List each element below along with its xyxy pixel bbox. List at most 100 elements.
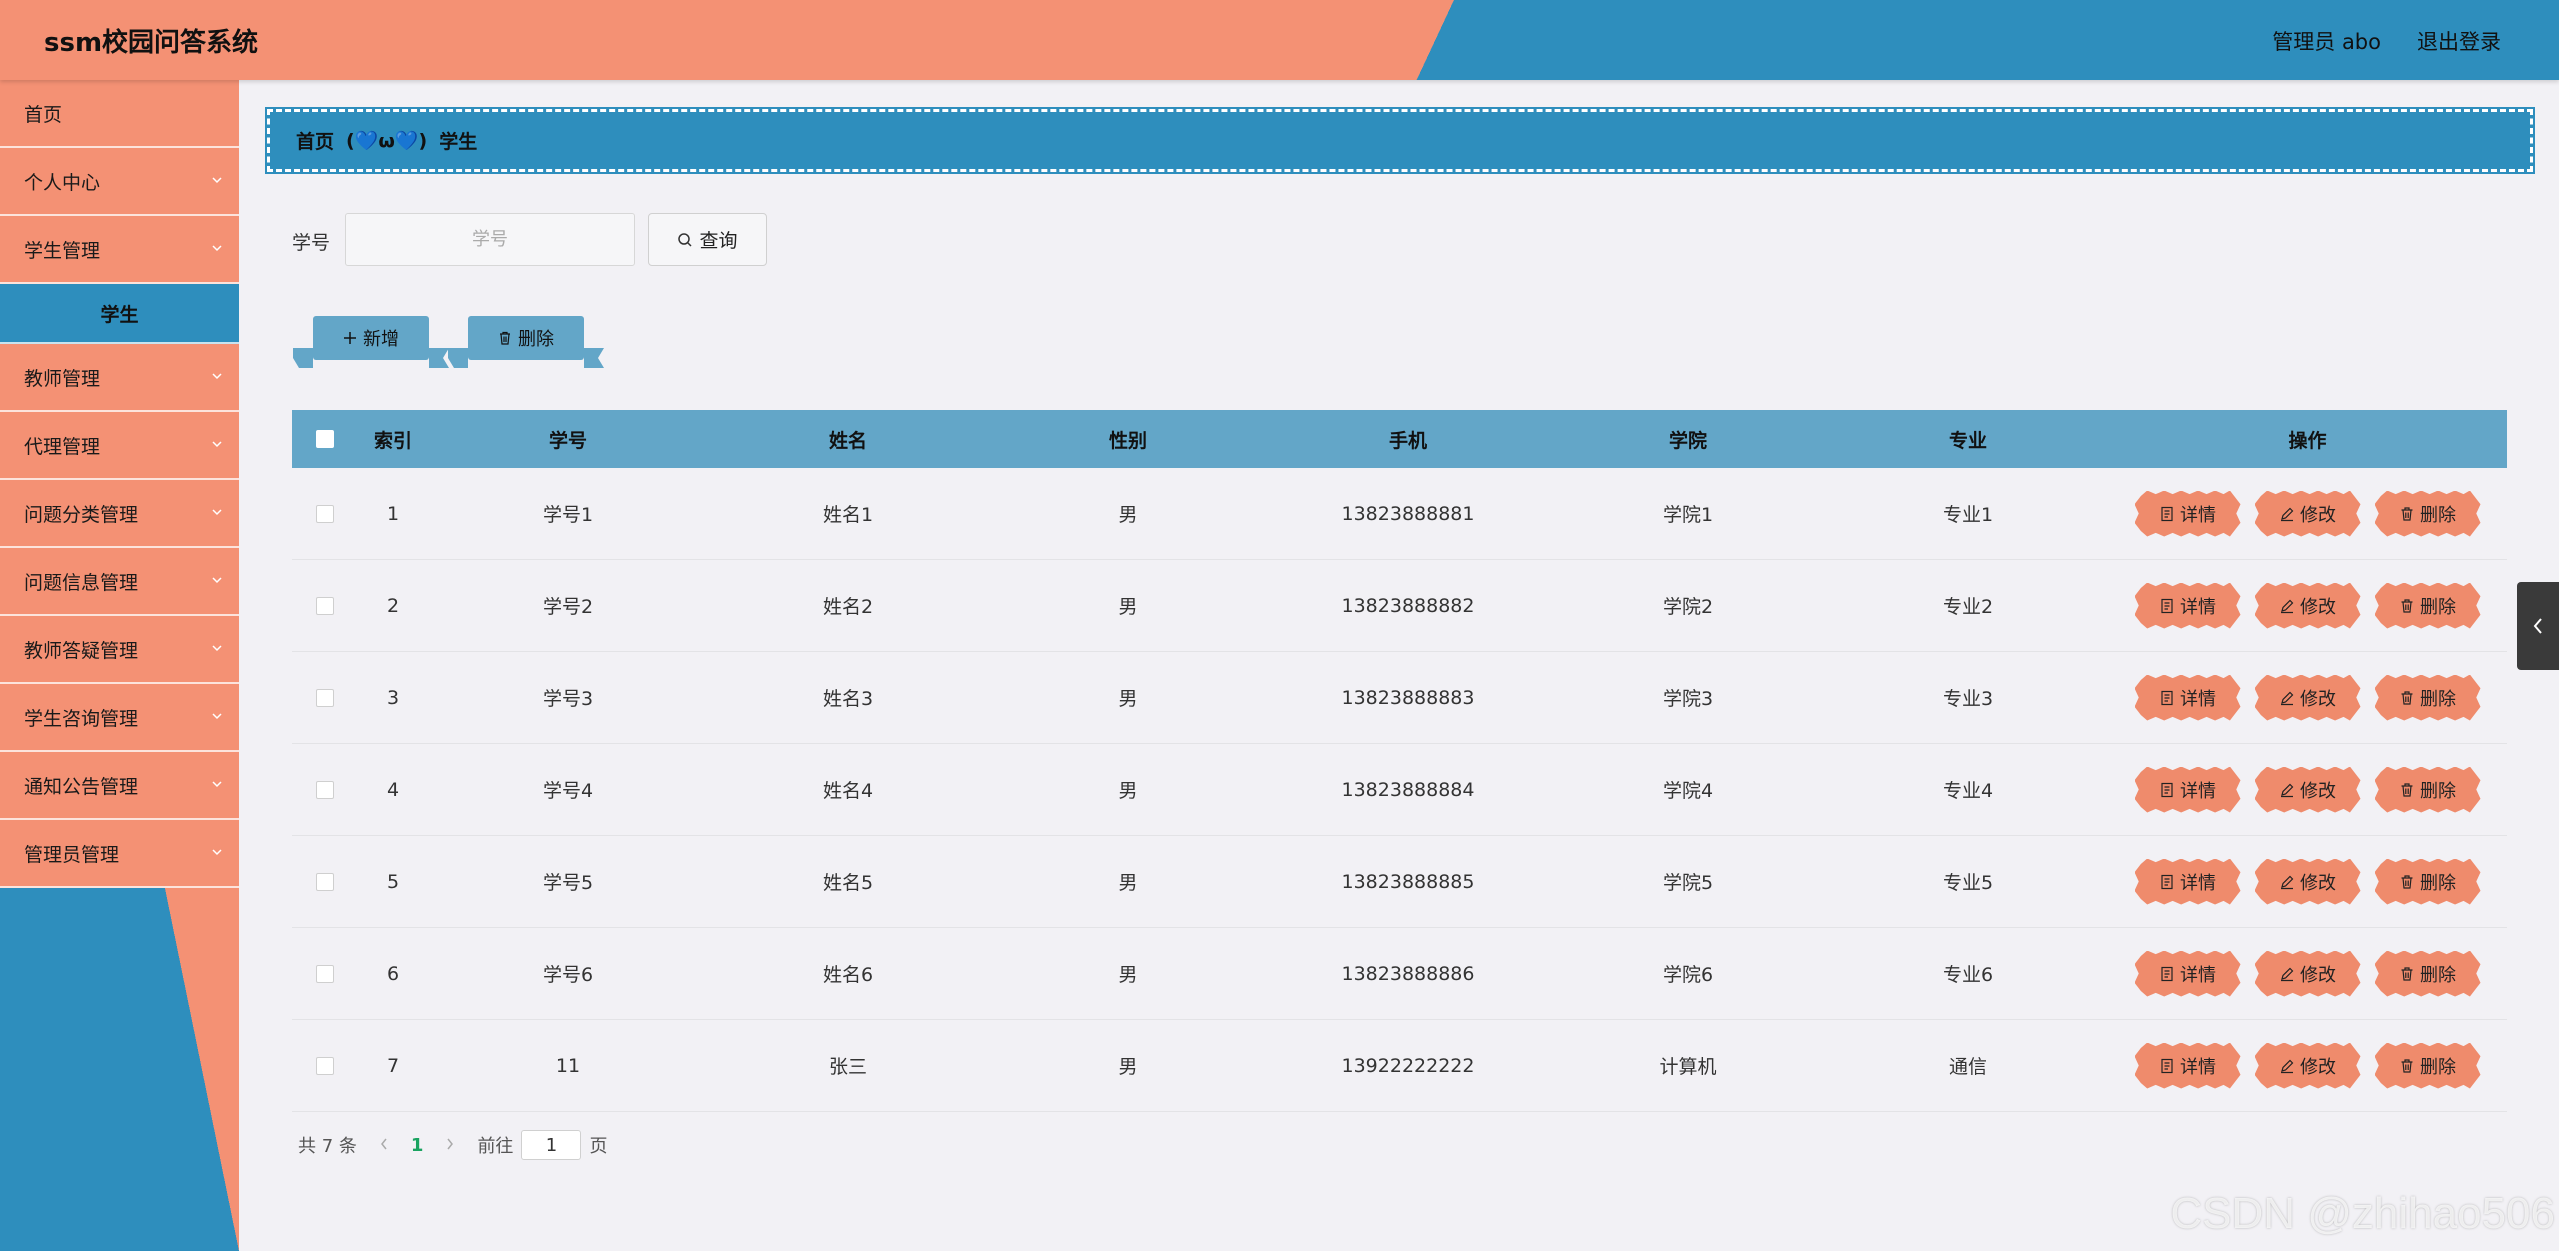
edit-button[interactable]: 修改 xyxy=(2254,766,2361,813)
cell-index: 4 xyxy=(386,778,400,801)
cell-gender: 男 xyxy=(1118,872,1138,894)
sidebar-item-agent-management[interactable]: 代理管理 xyxy=(0,412,239,480)
row-checkbox[interactable] xyxy=(316,964,334,983)
sidebar-item-home[interactable]: 首页 xyxy=(0,80,239,148)
row-actions: 详情 修改 删除 xyxy=(2108,1042,2507,1089)
chevron-down-icon xyxy=(212,177,222,184)
edit-button-label: 修改 xyxy=(2300,872,2336,894)
cell-name: 姓名5 xyxy=(822,872,874,894)
delete-button[interactable]: 删除 xyxy=(2374,950,2481,997)
header-college: 学院 xyxy=(1668,429,1707,452)
detail-button[interactable]: 详情 xyxy=(2134,1042,2241,1089)
document-icon xyxy=(2161,966,2173,981)
cell-college: 学院3 xyxy=(1662,688,1714,710)
edit-button-label: 修改 xyxy=(2300,1056,2336,1078)
sidebar-item-label: 通知公告管理 xyxy=(24,775,139,798)
row-checkbox[interactable] xyxy=(316,504,334,523)
row-actions: 详情 修改 删除 xyxy=(2108,858,2507,905)
edit-button[interactable]: 修改 xyxy=(2254,490,2361,537)
row-checkbox[interactable] xyxy=(316,596,334,615)
table-row: 4 学号4 姓名4 男 13823888884 学院4 专业4 详情 修改 删除 xyxy=(292,744,2507,836)
detail-button-label: 详情 xyxy=(2180,964,2216,986)
detail-button[interactable]: 详情 xyxy=(2134,950,2241,997)
edit-button[interactable]: 修改 xyxy=(2254,1042,2361,1089)
page-jump: 前往 页 xyxy=(477,1130,607,1160)
page-number-current[interactable]: 1 xyxy=(411,1135,424,1156)
admin-user-label[interactable]: 管理员 abo xyxy=(2272,26,2381,56)
edit-button[interactable]: 修改 xyxy=(2254,582,2361,629)
edit-button-label: 修改 xyxy=(2300,688,2336,710)
logout-link[interactable]: 退出登录 xyxy=(2417,26,2501,56)
row-checkbox[interactable] xyxy=(316,1056,334,1075)
row-checkbox[interactable] xyxy=(316,872,334,891)
select-all-checkbox[interactable] xyxy=(316,430,334,448)
header-phone: 手机 xyxy=(1388,429,1427,452)
delete-button[interactable]: 删除 xyxy=(2374,766,2481,813)
student-no-search-input[interactable] xyxy=(345,213,635,266)
cell-college: 学院4 xyxy=(1662,780,1714,802)
sidebar-item-teacher-management[interactable]: 教师管理 xyxy=(0,344,239,412)
sidebar-item-question-category[interactable]: 问题分类管理 xyxy=(0,480,239,548)
delete-button[interactable]: 删除 xyxy=(2374,490,2481,537)
row-select-cell xyxy=(292,1056,358,1075)
header-gender: 性别 xyxy=(1108,429,1147,452)
row-select-cell xyxy=(292,688,358,707)
edit-button[interactable]: 修改 xyxy=(2254,950,2361,997)
cell-major: 专业5 xyxy=(1942,872,1994,894)
sidebar-item-personal-center[interactable]: 个人中心 xyxy=(0,148,239,216)
row-checkbox[interactable] xyxy=(316,780,334,799)
cell-phone: 13823888882 xyxy=(1341,594,1475,617)
chevron-down-icon xyxy=(212,509,222,516)
edit-icon xyxy=(2281,875,2294,889)
breadcrumb-home[interactable]: 首页 xyxy=(296,127,334,154)
sidebar-item-student-management[interactable]: 学生管理 xyxy=(0,216,239,284)
cell-major: 专业4 xyxy=(1942,780,1994,802)
delete-button-label: 删除 xyxy=(2420,780,2456,802)
delete-button[interactable]: 删除 xyxy=(2374,582,2481,629)
page-jump-input[interactable] xyxy=(521,1130,582,1160)
delete-button[interactable]: 删除 xyxy=(2374,674,2481,721)
sidebar-item-student-consult[interactable]: 学生咨询管理 xyxy=(0,684,239,752)
row-actions: 详情 修改 删除 xyxy=(2108,582,2507,629)
trash-icon xyxy=(2401,966,2413,981)
detail-button[interactable]: 详情 xyxy=(2134,582,2241,629)
cell-name: 姓名3 xyxy=(822,688,874,710)
trash-icon xyxy=(2401,874,2413,889)
sidebar-item-teacher-answer[interactable]: 教师答疑管理 xyxy=(0,616,239,684)
next-page-icon[interactable] xyxy=(445,1135,455,1156)
cell-college: 学院1 xyxy=(1662,504,1714,526)
delete-button[interactable]: 删除 xyxy=(2374,858,2481,905)
prev-page-icon[interactable] xyxy=(379,1135,389,1156)
header-student-no: 学号 xyxy=(548,429,587,452)
pagination-total: 共 7 条 xyxy=(298,1136,357,1157)
chevron-down-icon xyxy=(212,849,222,856)
detail-button[interactable]: 详情 xyxy=(2134,674,2241,721)
delete-button[interactable]: 删除 xyxy=(2374,1042,2481,1089)
row-select-cell xyxy=(292,596,358,615)
pagination: 共 7 条 1 前往 页 xyxy=(298,1130,607,1160)
detail-button[interactable]: 详情 xyxy=(2134,766,2241,813)
page-jump-suffix: 页 xyxy=(589,1136,608,1157)
row-actions: 详情 修改 删除 xyxy=(2108,674,2507,721)
cell-college: 学院2 xyxy=(1662,596,1714,618)
cell-student-no: 学号1 xyxy=(542,504,594,526)
detail-button[interactable]: 详情 xyxy=(2134,490,2241,537)
search-button[interactable]: 查询 xyxy=(648,213,767,266)
document-icon xyxy=(2161,874,2173,889)
sidebar-item-question-info[interactable]: 问题信息管理 xyxy=(0,548,239,616)
add-button[interactable]: 新增 xyxy=(313,316,429,360)
sidebar-item-label: 代理管理 xyxy=(24,435,101,458)
edit-button[interactable]: 修改 xyxy=(2254,858,2361,905)
sidebar-item-notice[interactable]: 通知公告管理 xyxy=(0,752,239,820)
sidebar-subitem-student[interactable]: 学生 xyxy=(0,284,239,344)
table-header: 索引 学号 姓名 性别 手机 学院 专业 操作 xyxy=(292,410,2507,468)
batch-delete-button[interactable]: 删除 xyxy=(468,316,584,360)
cell-gender: 男 xyxy=(1118,1056,1138,1078)
detail-button[interactable]: 详情 xyxy=(2134,858,2241,905)
sidebar-item-admin-management[interactable]: 管理员管理 xyxy=(0,820,239,888)
edit-button[interactable]: 修改 xyxy=(2254,674,2361,721)
trash-icon xyxy=(2401,782,2413,797)
side-panel-toggle[interactable] xyxy=(2517,582,2559,670)
edit-button-label: 修改 xyxy=(2300,504,2336,526)
row-checkbox[interactable] xyxy=(316,688,334,707)
